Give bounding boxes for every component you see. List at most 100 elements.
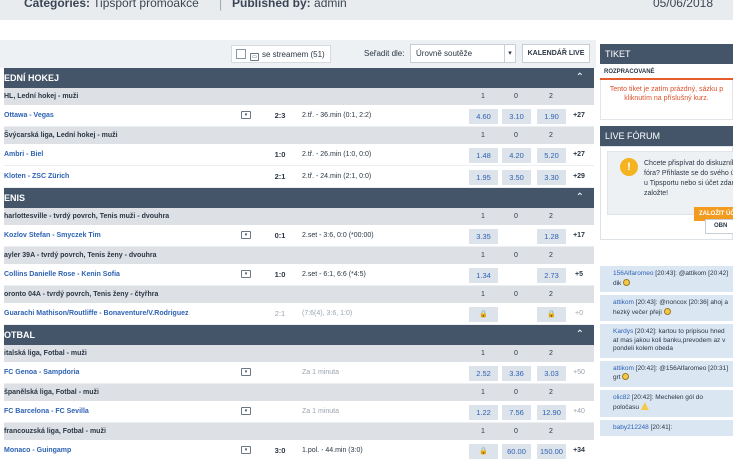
forum-post: Kardys [20:42]: kartou to pripisou hned … [600, 324, 733, 358]
match-name[interactable]: FC Genoa - Sampdoria [4, 362, 79, 384]
post-time: [20:43]: [655, 270, 677, 277]
league-header: francouzská liga, Fotbal - muži 1 0 2 [4, 423, 594, 440]
odds-button[interactable]: 3.30 [537, 170, 566, 185]
match-row[interactable]: FC Genoa - Sampdoria ▾ Za 1 minuta 2.52 3.36… [4, 362, 594, 384]
tv-stream-icon[interactable]: ▾ [241, 270, 251, 278]
match-row[interactable]: Kloten - ZSC Zürich 2:1 2.tř. - 24.min (2:… [4, 166, 594, 188]
more-bets-count[interactable]: +29 [567, 166, 591, 188]
match-name[interactable]: Collins Danielle Rose - Kenin Sofia [4, 264, 120, 286]
odds-button[interactable]: 4.60 [469, 109, 498, 124]
odds-column-header: 0 [514, 291, 518, 298]
match-row[interactable]: Kozlov Stefan - Smyczek Tim ▾ 0:1 2.set - 3… [4, 225, 594, 247]
post-author[interactable]: Kardys [613, 328, 633, 335]
match-name[interactable]: Monaco - Guingamp [4, 440, 71, 461]
odds-button[interactable]: 3.03 [537, 366, 566, 381]
live-calendar-button[interactable]: KALENDÁŘ LIVE [522, 44, 590, 63]
odds-button[interactable]: 1.28 [537, 229, 566, 244]
match-list: EDNÍ HOKEJ ⌃ HL, Lední hokej - muži 1 0 2 Otta… [4, 68, 594, 461]
odds-button[interactable]: 2.52 [469, 366, 498, 381]
match-row[interactable]: Ottawa - Vegas ▾ 2:3 2.tř. - 36.min (0:1, 2… [4, 105, 594, 127]
match-status: Za 1 minuta [302, 408, 339, 415]
post-time: [20:42]: [635, 364, 658, 372]
chevron-up-icon[interactable]: ⌃ [576, 325, 584, 345]
odds-button[interactable]: 4.20 [502, 148, 531, 163]
odds-button[interactable]: 5.20 [537, 148, 566, 163]
sport-header[interactable]: ENIS ⌃ [4, 188, 594, 208]
chevron-up-icon[interactable]: ⌃ [576, 68, 584, 88]
odds-column-header: 0 [514, 252, 518, 259]
sport-header[interactable]: OTBAL ⌃ [4, 325, 594, 345]
odds-button[interactable]: 1.48 [469, 148, 498, 163]
sort-select[interactable]: Úrovně soutěže ▾ [410, 44, 516, 63]
tv-stream-icon[interactable]: ▾ [241, 407, 251, 415]
odds-button[interactable]: 1.34 [469, 268, 498, 283]
chevron-up-icon[interactable]: ⌃ [576, 188, 584, 208]
match-name[interactable]: Guarachi Mathison/Routliffe - Bonaventur… [4, 303, 188, 325]
odds-column-header: 2 [549, 389, 553, 396]
smiley-icon [622, 373, 630, 380]
author-link[interactable]: admin [314, 0, 347, 10]
odds-column-header: 2 [549, 252, 553, 259]
match-row[interactable]: Ambri - Biel 1:0 2.tř. - 26.min (1:0, 0:0)… [4, 144, 594, 166]
more-bets-count[interactable]: +50 [567, 362, 591, 384]
more-bets-count[interactable]: +34 [567, 440, 591, 461]
tv-stream-icon[interactable]: ▾ [241, 368, 251, 376]
post-time: [20:42]: [635, 328, 657, 335]
more-bets-count[interactable]: +40 [567, 401, 591, 423]
tv-stream-icon[interactable]: ▾ [241, 446, 251, 454]
post-author[interactable]: olic82 [613, 394, 630, 401]
meta-separator: | [219, 0, 223, 11]
post-author[interactable]: attikom [613, 365, 634, 372]
match-status: Za 1 minuta [302, 369, 339, 376]
odds-button[interactable]: 1.22 [469, 405, 498, 420]
tab-in-progress[interactable]: ROZPRACOVANÉ [600, 64, 733, 80]
more-bets-count[interactable]: +27 [567, 105, 591, 127]
odds-button[interactable]: 3.36 [502, 366, 531, 381]
odds-button[interactable]: 150.00 [537, 444, 566, 459]
refresh-button[interactable]: OBN [705, 219, 733, 234]
match-status: 2.tř. - 26.min (1:0, 0:0) [302, 151, 372, 158]
odds-button[interactable]: 2.73 [537, 268, 566, 283]
match-row[interactable]: Guarachi Mathison/Routliffe - Bonaventur… [4, 303, 594, 325]
odds-column-header: 2 [549, 213, 553, 220]
match-name[interactable]: Ottawa - Vegas [4, 105, 54, 127]
lock-icon: 🔒 [469, 444, 498, 459]
match-name[interactable]: Kozlov Stefan - Smyczek Tim [4, 225, 101, 247]
post-author[interactable]: 156Alfaromeo [613, 270, 653, 277]
match-status: (7:6(4), 3:6, 1:0) [302, 310, 353, 317]
odds-button[interactable]: 3.50 [502, 170, 531, 185]
match-row[interactable]: FC Barcelona - FC Sevilla ▾ Za 1 minuta 1.2… [4, 401, 594, 423]
more-bets-count[interactable]: +17 [567, 225, 591, 247]
more-bets-count[interactable]: +27 [567, 144, 591, 166]
odds-button[interactable]: 7.56 [502, 405, 531, 420]
odds-button[interactable]: 60.00 [502, 444, 531, 459]
post-author[interactable]: baby212248 [613, 424, 649, 431]
more-bets-count[interactable]: +0 [567, 303, 591, 325]
categories: Categories: Tipsport promoakce [24, 0, 199, 10]
odds-button[interactable]: 3.10 [502, 109, 531, 124]
tv-stream-icon[interactable]: ▾ [241, 111, 251, 119]
sport-header[interactable]: EDNÍ HOKEJ ⌃ [4, 68, 594, 88]
match-name[interactable]: Ambri - Biel [4, 144, 43, 166]
match-name[interactable]: Kloten - ZSC Zürich [4, 166, 69, 188]
post-author[interactable]: attikom [613, 299, 634, 306]
odds-button[interactable]: 3.35 [469, 229, 498, 244]
category-link[interactable]: Tipsport promoakce [93, 0, 199, 10]
lock-icon: 🔒 [537, 307, 566, 322]
stream-checkbox[interactable] [236, 49, 246, 59]
stream-filter[interactable]: ▭ se streamem (51) [231, 45, 331, 63]
match-row[interactable]: Monaco - Guingamp ▾ 3:0 1.pol. - 44.min (3:… [4, 440, 594, 461]
odds-column-header: 0 [514, 389, 518, 396]
odds-button[interactable]: 1.90 [537, 109, 566, 124]
league-name: španělská liga, Fotbal - muži [4, 389, 99, 396]
match-name[interactable]: FC Barcelona - FC Sevilla [4, 401, 89, 423]
empty-ticket-message: Tento tiket je zatím prázdný, sázku p kl… [600, 80, 733, 120]
tv-icon: ▭ [250, 53, 259, 61]
match-row[interactable]: Collins Danielle Rose - Kenin Sofia ▾ 1:0 2… [4, 264, 594, 286]
match-status: 2.tř. - 24.min (2:1, 0:0) [302, 173, 372, 180]
stream-filter-label: se streamem (51) [262, 50, 325, 59]
odds-button[interactable]: 1.95 [469, 170, 498, 185]
tv-stream-icon[interactable]: ▾ [241, 231, 251, 239]
more-bets-count[interactable]: +5 [567, 264, 591, 286]
odds-button[interactable]: 12.90 [537, 405, 566, 420]
